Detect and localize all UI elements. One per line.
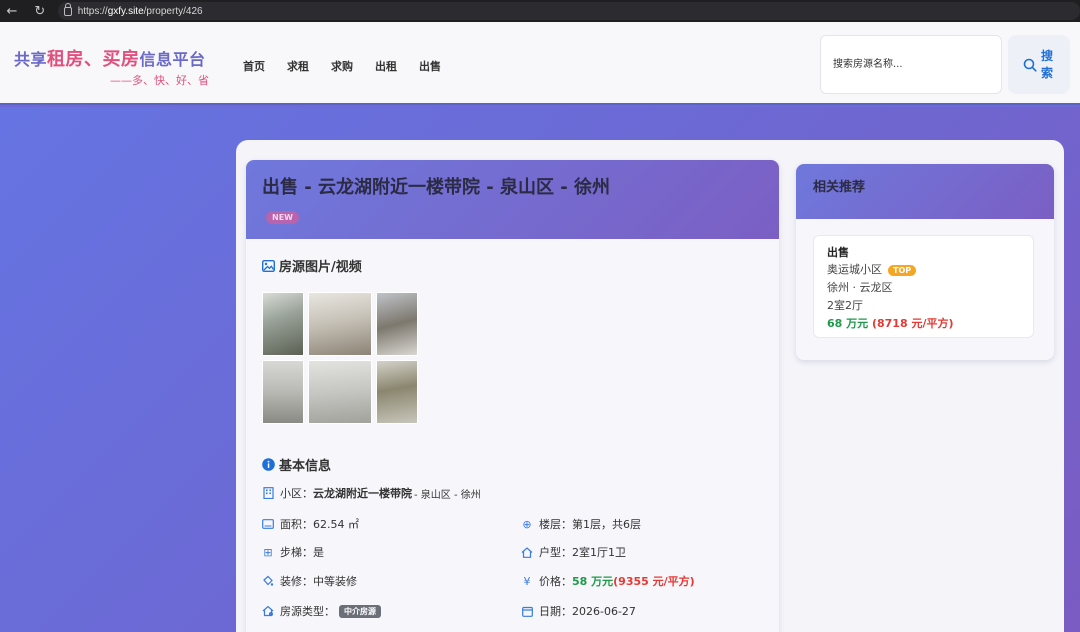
property-detail-card: 出售 - 云龙湖附近一楼带院 - 泉山区 - 徐州 NEW 房源图片/视频 基本… — [246, 160, 779, 632]
search-icon — [1023, 58, 1037, 72]
recommendation-card: 相关推荐 出售 奥运城小区 TOP 徐州 · 云龙区 2室2厅 68 万元 (87… — [796, 164, 1054, 360]
area-icon — [262, 518, 274, 530]
search-input[interactable] — [820, 35, 1002, 94]
decoration-row: 装修：中等装修 — [262, 573, 357, 589]
nav-seek-buy[interactable]: 求购 — [331, 58, 353, 74]
rec-price-row: 68 万元 (8718 元/平方) — [827, 315, 954, 331]
property-photo-3[interactable] — [376, 292, 418, 356]
nav-seek-rent[interactable]: 求租 — [287, 58, 309, 74]
price-row: ¥ 价格： 58 万元 (9355 元/平方) — [521, 573, 695, 589]
rec-price-per-sqm: (8718 元/平方) — [868, 317, 954, 330]
nav-home[interactable]: 首页 — [243, 58, 265, 74]
site-logo[interactable]: 共享租房、买房信息平台 — [14, 45, 206, 71]
source-type-row: 房源类型： 中介房源 — [262, 603, 381, 619]
building-icon — [262, 487, 274, 499]
property-photo-1[interactable] — [262, 292, 304, 356]
property-title: 出售 - 云龙湖附近一楼带院 - 泉山区 - 徐州 — [262, 177, 611, 198]
date-row: 日期：2026-06-27 — [521, 603, 636, 619]
floor-row: ⊕ 楼层：第1层，共6层 — [522, 517, 641, 532]
property-photo-6[interactable] — [376, 360, 418, 424]
search-button[interactable]: 搜索 — [1008, 35, 1070, 94]
paint-bucket-icon — [262, 575, 274, 587]
area-row: 面积：62.54 ㎡ — [262, 516, 359, 532]
property-photo-4[interactable] — [262, 360, 304, 424]
rec-layout: 2室2厅 — [827, 299, 863, 312]
layout-row: 户型：2室1厅1卫 — [521, 544, 626, 560]
main-nav: 首页 求租 求购 出租 出售 — [243, 58, 463, 74]
rec-price-total: 68 万元 — [827, 317, 869, 330]
community-row: 小区： 云龙湖附近一楼带院 - 泉山区 - 徐州 — [262, 485, 481, 501]
image-icon — [262, 259, 275, 272]
price-per-sqm: (9355 元/平方) — [613, 575, 695, 588]
recommendation-title: 相关推荐 — [813, 180, 866, 195]
search-button-label: 搜索 — [1041, 48, 1054, 80]
house-check-icon — [262, 605, 274, 617]
floor-icon: ⊕ — [522, 517, 532, 531]
community-location: - 泉山区 - 徐州 — [414, 489, 481, 501]
community-name: 云龙湖附近一楼带院 — [313, 487, 412, 500]
calendar-icon — [521, 605, 533, 617]
site-header: 共享租房、买房信息平台 ——多、快、好、省 首页 求租 求购 出租 出售 搜索 — [0, 22, 1080, 105]
rec-location: 徐州 · 云龙区 — [827, 281, 893, 294]
stairs-row: ⊞ 步梯：是 — [263, 545, 324, 560]
media-section-title: 房源图片/视频 — [262, 256, 362, 275]
rec-community-row: 奥运城小区 TOP — [827, 261, 917, 277]
reload-icon[interactable]: ↻ — [30, 4, 50, 19]
lock-icon — [63, 2, 72, 16]
info-circle-icon — [262, 458, 275, 471]
nav-for-rent[interactable]: 出租 — [375, 58, 397, 74]
site-slogan: ——多、快、好、省 — [110, 74, 209, 87]
back-arrow-icon[interactable]: ← — [2, 4, 22, 19]
basic-info-title: 基本信息 — [262, 455, 331, 474]
property-photo-5[interactable] — [308, 360, 372, 424]
stairs-icon: ⊞ — [263, 545, 273, 559]
new-badge: NEW — [266, 211, 299, 224]
nav-for-sale[interactable]: 出售 — [419, 58, 441, 74]
yen-icon: ¥ — [523, 574, 531, 588]
recommendation-item[interactable]: 出售 奥运城小区 TOP 徐州 · 云龙区 2室2厅 68 万元 (8718 元/… — [813, 235, 1034, 338]
rec-type: 出售 — [827, 246, 849, 259]
house-icon — [521, 546, 533, 558]
price-total: 58 万元 — [572, 575, 614, 588]
address-bar[interactable]: https://gxfy.site/property/426 — [57, 2, 1080, 20]
browser-toolbar: ← ↻ https://gxfy.site/property/426 — [0, 0, 1080, 22]
rec-community: 奥运城小区 — [827, 263, 882, 276]
recommendation-header: 相关推荐 — [796, 164, 1054, 219]
source-type-tag: 中介房源 — [339, 604, 381, 618]
top-badge: TOP — [888, 265, 917, 276]
detail-header: 出售 - 云龙湖附近一楼带院 - 泉山区 - 徐州 NEW — [246, 160, 779, 239]
property-photo-2[interactable] — [308, 292, 372, 356]
url-text: https://gxfy.site/property/426 — [77, 5, 203, 17]
